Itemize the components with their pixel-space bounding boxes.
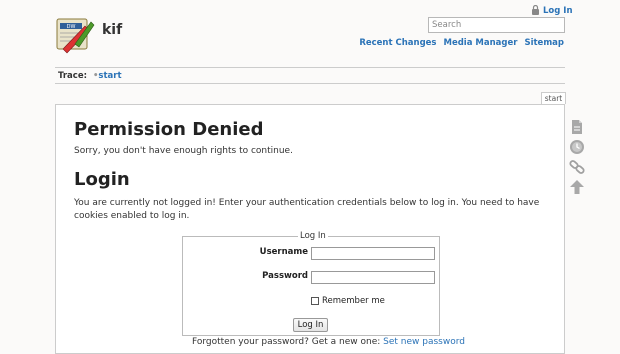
permission-denied-heading: Permission Denied	[74, 119, 264, 140]
login-link-label: Log In	[543, 6, 573, 16]
page-content: Permission Denied Sorry, you don't have …	[55, 104, 565, 354]
site-tools: Recent Changes Media Manager Sitemap	[359, 38, 564, 48]
forgot-password: Forgotten your password? Get a new one: …	[192, 337, 465, 347]
media-manager-link[interactable]: Media Manager	[444, 38, 518, 48]
sitemap-link[interactable]: Sitemap	[524, 38, 564, 48]
back-to-top-icon[interactable]	[569, 179, 585, 195]
forgot-password-text: Forgotten your password? Get a new one:	[192, 337, 381, 347]
password-label: Password	[262, 271, 308, 281]
site-title[interactable]: kif	[102, 22, 122, 38]
username-label: Username	[259, 247, 308, 257]
remember-me-checkbox[interactable]	[311, 297, 319, 305]
password-field[interactable]	[311, 271, 435, 284]
login-submit-button[interactable]: Log In	[293, 318, 328, 332]
remember-me[interactable]: Remember me	[311, 296, 385, 306]
page-tools	[569, 119, 585, 195]
login-form: Log In Username Password Remember me Log…	[182, 231, 440, 336]
svg-text:DW: DW	[67, 24, 76, 30]
set-new-password-link[interactable]: Set new password	[383, 337, 465, 347]
breadcrumb-start-link[interactable]: start	[98, 71, 121, 81]
show-source-icon[interactable]	[569, 119, 585, 135]
breadcrumb: Trace: •start	[58, 71, 122, 81]
breadcrumb-label: Trace:	[58, 71, 87, 81]
lock-icon	[531, 4, 540, 18]
remember-me-label: Remember me	[322, 296, 385, 306]
breadcrumb-divider	[55, 83, 565, 84]
login-intro-text: You are currently not logged in! Enter y…	[74, 198, 540, 221]
login-form-legend: Log In	[298, 231, 328, 241]
header-divider	[55, 67, 565, 68]
username-field[interactable]	[311, 247, 435, 260]
login-link[interactable]: Log In	[531, 4, 573, 18]
backlinks-icon[interactable]	[569, 159, 585, 175]
login-heading: Login	[74, 169, 130, 190]
permission-denied-text: Sorry, you don't have enough rights to c…	[74, 146, 293, 156]
recent-changes-link[interactable]: Recent Changes	[359, 38, 436, 48]
page-id-tab: start	[541, 92, 566, 104]
dokuwiki-logo-icon[interactable]: DW	[55, 14, 95, 54]
old-revisions-icon[interactable]	[569, 139, 585, 155]
search-input[interactable]	[428, 17, 565, 33]
